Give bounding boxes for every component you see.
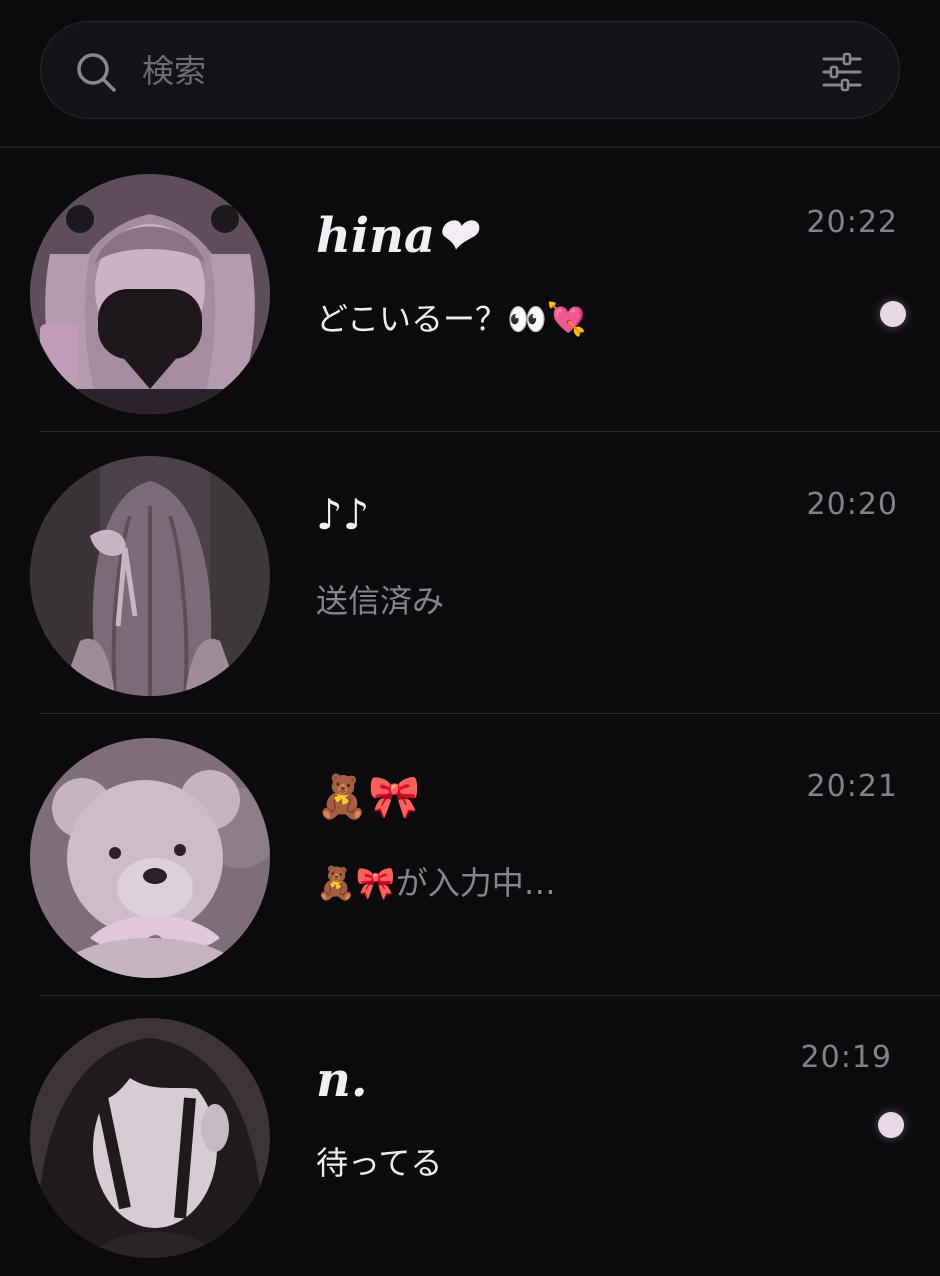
chat-time: 20:19 xyxy=(800,1040,892,1075)
teddy-bear-avatar[interactable] xyxy=(30,738,270,978)
chat-message-preview: 🧸🎀が入力中… xyxy=(316,864,556,902)
chat-name: 🧸🎀 xyxy=(316,772,421,821)
chat-name: n. xyxy=(316,1052,368,1108)
chat-time: 20:22 xyxy=(806,205,898,240)
header-divider xyxy=(0,146,940,148)
chat-row-n[interactable]: n. 20:19 待ってる xyxy=(0,994,940,1276)
chat-message-preview: 送信済み xyxy=(316,582,445,620)
chat-time: 20:21 xyxy=(806,769,898,804)
unread-indicator xyxy=(880,301,906,327)
search-icon xyxy=(77,53,116,92)
chat-row-notes[interactable]: ♪♪ 20:20 送信済み xyxy=(0,432,940,714)
girl-twin-tails-mask-avatar[interactable] xyxy=(30,174,270,414)
girl-back-ribbon-avatar[interactable] xyxy=(30,456,270,696)
dark-hair-girl-avatar[interactable] xyxy=(30,1018,270,1258)
chat-name: hina❤ xyxy=(316,208,476,264)
chat-row-hina[interactable]: hina❤ 20:22 どこいるー？👀💘 xyxy=(0,150,940,432)
chat-name: ♪♪ xyxy=(316,490,370,539)
chat-message-preview: 待ってる xyxy=(316,1144,443,1182)
chat-row-teddy[interactable]: 🧸🎀 20:21 🧸🎀が入力中… xyxy=(0,714,940,996)
chat-message-preview: どこいるー？👀💘 xyxy=(316,300,587,338)
search-input[interactable] xyxy=(142,48,742,94)
unread-indicator xyxy=(878,1112,904,1138)
sliders-icon[interactable] xyxy=(820,50,864,94)
chat-time: 20:20 xyxy=(806,487,898,522)
